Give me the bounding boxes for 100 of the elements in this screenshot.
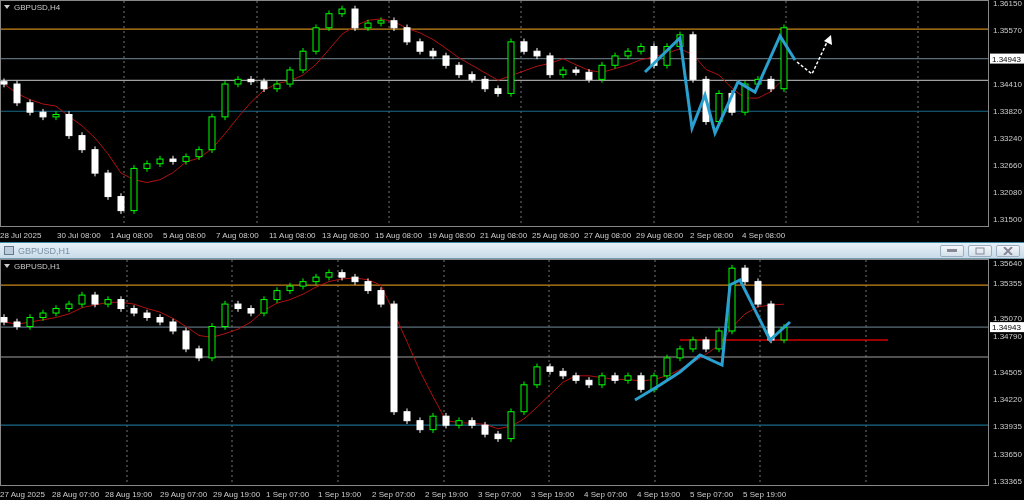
- candlestick: [78, 291, 86, 308]
- close-button[interactable]: [996, 244, 1020, 257]
- candlestick: [546, 52, 554, 79]
- candlestick: [494, 430, 502, 443]
- candlestick: [364, 277, 372, 295]
- candlestick: [26, 99, 34, 116]
- price-axis-label: 1.33365: [993, 477, 1022, 486]
- candlestick: [377, 286, 385, 308]
- candlestick: [286, 66, 294, 88]
- candlestick: [455, 416, 463, 429]
- candlestick: [182, 152, 190, 166]
- chart-window-icon: [4, 246, 14, 255]
- level-line[interactable]: [0, 79, 989, 81]
- level-line[interactable]: [0, 326, 989, 328]
- price-axis-label: 1.36150: [993, 0, 1022, 8]
- candlestick: [572, 372, 580, 385]
- time-axis-label: 4 Sep 08:00: [742, 231, 786, 240]
- candlestick: [611, 52, 619, 70]
- price-axis-label: 1.33935: [993, 422, 1022, 431]
- candlestick: [481, 421, 489, 438]
- time-axis-label: 2 Sep 07:00: [372, 490, 416, 499]
- maximize-icon: [975, 246, 985, 255]
- candlestick: [572, 66, 580, 77]
- candlestick: [234, 300, 242, 313]
- candlestick: [702, 75, 710, 126]
- price-axis-label: 1.34505: [993, 368, 1022, 377]
- price-axis-label: 1.31500: [993, 215, 1022, 224]
- time-axis-label: 28 Jul 2025: [0, 231, 42, 240]
- time-axis-label: 27 Aug 08:00: [584, 231, 632, 240]
- candlestick: [195, 145, 203, 161]
- dropdown-icon[interactable]: [4, 5, 10, 9]
- candlestick: [780, 323, 788, 344]
- candlestick: [676, 345, 684, 362]
- candlestick: [429, 47, 437, 60]
- dropdown-icon[interactable]: [4, 264, 10, 268]
- time-axis-label: 2 Sep 08:00: [690, 231, 734, 240]
- time-axis-label: 30 Jul 08:00: [57, 231, 101, 240]
- candlestick: [520, 38, 528, 55]
- candlestick: [351, 5, 359, 32]
- candlestick: [325, 9, 333, 32]
- candlestick: [728, 89, 736, 116]
- price-axis-label: 1.32080: [993, 188, 1022, 197]
- candlestick: [260, 295, 268, 317]
- candlestick: [767, 300, 775, 344]
- price-axis-label: 1.35640: [993, 259, 1022, 268]
- candlestick: [390, 17, 398, 32]
- time-axis-label: 28 Aug 07:00: [52, 490, 100, 499]
- candlestick: [0, 313, 8, 326]
- candlestick: [299, 47, 307, 74]
- time-axis-label: 5 Aug 08:00: [163, 231, 206, 240]
- candlestick: [247, 75, 255, 86]
- time-axis-label: 7 Aug 08:00: [216, 231, 259, 240]
- level-line[interactable]: [0, 424, 989, 426]
- level-line[interactable]: [679, 339, 889, 341]
- dashed-arrow: [796, 35, 832, 76]
- candlestick: [767, 75, 775, 93]
- candlestick: [169, 318, 177, 335]
- candlestick: [143, 159, 151, 173]
- candlestick: [312, 273, 320, 286]
- candlestick: [234, 75, 242, 88]
- price-axis-label: 1.33820: [993, 107, 1022, 116]
- time-axis-label: 3 Sep 19:00: [531, 490, 575, 499]
- candlestick: [754, 75, 762, 88]
- candlestick: [611, 372, 619, 385]
- level-line[interactable]: [0, 58, 989, 60]
- candlestick: [143, 309, 151, 322]
- candlestick: [117, 295, 125, 313]
- minimize-button[interactable]: [940, 244, 964, 257]
- current-price-tag: 1.34943: [990, 322, 1024, 333]
- candlestick: [130, 164, 138, 215]
- time-axis-label: 3 Sep 07:00: [478, 490, 522, 499]
- time-axis-label: 29 Aug 07:00: [160, 490, 208, 499]
- candlestick: [585, 376, 593, 389]
- time-axis-label: 5 Sep 19:00: [743, 490, 787, 499]
- price-axis-label: 1.35570: [993, 26, 1022, 35]
- candlestick: [429, 412, 437, 434]
- candlestick: [273, 286, 281, 304]
- level-line[interactable]: [0, 110, 989, 112]
- chart-symbol-label: GBPUSD,H1: [14, 262, 61, 271]
- price-axis-label: 1.34790: [993, 332, 1022, 341]
- price-axis-label: 1.34410: [993, 80, 1022, 89]
- candlestick: [468, 70, 476, 84]
- current-price-tag: 1.34943: [990, 53, 1024, 64]
- time-axis-label: 29 Aug 08:00: [636, 231, 684, 240]
- candlestick: [117, 192, 125, 215]
- candlestick: [624, 372, 632, 385]
- candlestick: [91, 291, 99, 308]
- candlestick: [338, 5, 346, 18]
- time-axis-label: 21 Aug 08:00: [480, 231, 528, 240]
- candlestick: [182, 327, 190, 353]
- candlestick: [533, 47, 541, 60]
- candlestick: [169, 155, 177, 166]
- time-axis-label: 25 Aug 08:00: [532, 231, 580, 240]
- candlestick: [650, 372, 658, 394]
- time-axis-label: 13 Aug 08:00: [322, 231, 370, 240]
- candlestick: [273, 80, 281, 93]
- candlestick: [741, 80, 749, 116]
- candlestick: [754, 277, 762, 308]
- candlestick: [156, 313, 164, 326]
- candlestick: [598, 372, 606, 389]
